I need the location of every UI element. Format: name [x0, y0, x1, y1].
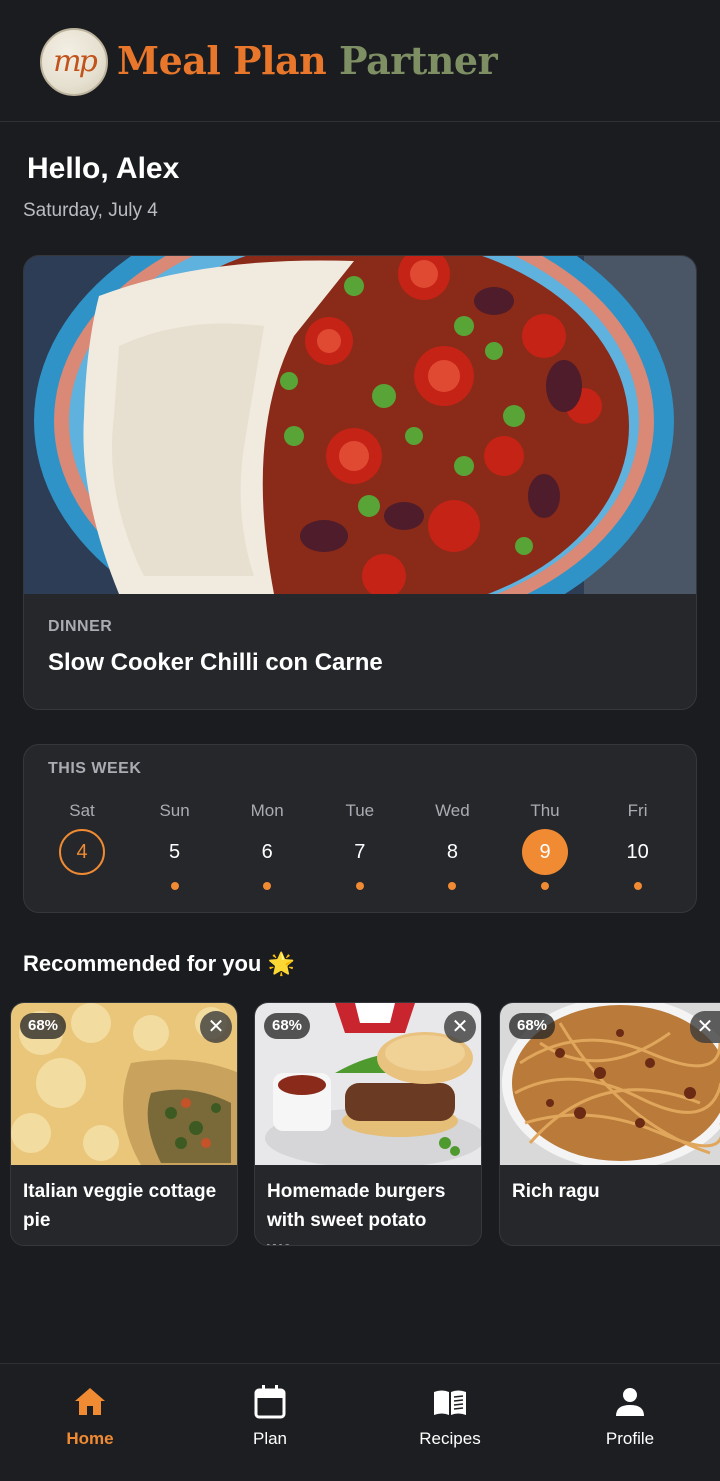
nav-profile[interactable]: Profile	[540, 1364, 720, 1481]
close-icon[interactable]: ✕	[690, 1011, 720, 1043]
nav-plan[interactable]: Plan	[180, 1364, 360, 1481]
day-number: 10	[626, 841, 649, 863]
meal-title: Slow Cooker Chilli con Carne	[48, 649, 383, 676]
match-badge: 68%	[20, 1013, 67, 1039]
nav-label: Profile	[605, 1429, 655, 1448]
day-number: 4	[59, 829, 105, 875]
week-day-thu[interactable]: Thu 9	[510, 799, 580, 899]
day-number: 5	[169, 841, 181, 863]
close-icon[interactable]: ✕	[444, 1011, 476, 1043]
meal-type-label: DINNER	[48, 618, 113, 635]
person-icon	[616, 1388, 644, 1416]
todays-meal-card[interactable]: DINNER Slow Cooker Chilli con Carne	[23, 255, 697, 710]
day-name: Tue	[345, 801, 375, 820]
week-day-fri[interactable]: Fri 10	[603, 799, 673, 899]
meal-indicator-dot	[448, 882, 457, 890]
week-overview-card: THIS WEEK Sat 4 Sun 5 Mon 6 Tue 7 Wed 8 Thu 9 Fri 10	[23, 744, 697, 913]
meal-indicator-dot	[78, 882, 86, 890]
day-name: Mon	[250, 801, 284, 820]
week-day-tue[interactable]: Tue 7	[325, 799, 395, 899]
greeting-heading: Hello, Alex	[27, 152, 180, 185]
nav-home[interactable]: Home	[0, 1364, 180, 1481]
meal-image	[24, 256, 696, 594]
meal-indicator-dot	[541, 882, 549, 890]
close-icon[interactable]: ✕	[200, 1011, 232, 1043]
meal-indicator-dot	[263, 882, 272, 890]
meal-indicator-dot	[170, 882, 179, 890]
recipe-name: Italian veggie cottage pie	[23, 1181, 217, 1231]
day-number: 6	[261, 841, 273, 863]
meal-indicator-dot	[355, 882, 364, 890]
book-icon	[434, 1390, 466, 1415]
day-number: 9	[522, 829, 568, 875]
meal-indicator-dot	[633, 882, 642, 890]
app-title: Meal Plan Partner	[117, 38, 498, 83]
day-name: Thu	[530, 801, 560, 820]
nav-label: Recipes	[419, 1429, 481, 1448]
day-number: 7	[354, 841, 366, 863]
match-badge: 68%	[264, 1013, 311, 1039]
recipe-card[interactable]: 68% ✕ Italian veggie cottage pie	[10, 1002, 238, 1246]
week-title: THIS WEEK	[48, 760, 142, 777]
current-date: Saturday, July 4	[23, 200, 158, 221]
nav-label: Plan	[252, 1429, 288, 1448]
brand-part2: Partner	[339, 38, 498, 83]
day-name: Fri	[627, 801, 648, 820]
recommended-heading: Recommended for you 🌟	[23, 951, 295, 976]
recipe-name: Homemade burgers with sweet potato we...	[267, 1181, 446, 1245]
app-logo[interactable]: mp	[40, 28, 108, 96]
day-name: Sun	[159, 801, 190, 820]
week-day-sat[interactable]: Sat 4	[47, 799, 117, 899]
recipe-name: Rich ragu	[512, 1181, 600, 1202]
nav-recipes[interactable]: Recipes	[360, 1364, 540, 1481]
brand-part1: Meal Plan	[117, 38, 327, 83]
recipe-card[interactable]: 68% ✕ Rich ragu	[499, 1002, 720, 1246]
week-day-mon[interactable]: Mon 6	[232, 799, 302, 899]
day-name: Sat	[69, 801, 95, 820]
week-day-sun[interactable]: Sun 5	[140, 799, 210, 899]
week-day-wed[interactable]: Wed 8	[417, 799, 487, 899]
recipe-card[interactable]: 68% ✕ Homemade burgers with sweet potato…	[254, 1002, 482, 1246]
day-number: 8	[446, 841, 458, 863]
day-name: Wed	[435, 801, 470, 820]
logo-mark: mp	[53, 44, 98, 79]
bottom-navigation: Home Plan Recipes Profile	[0, 1363, 720, 1481]
calendar-icon	[254, 1385, 286, 1419]
home-icon	[75, 1388, 105, 1415]
nav-label: Home	[66, 1429, 114, 1448]
match-badge: 68%	[509, 1013, 556, 1039]
app-header: mp Meal Plan Partner	[0, 0, 720, 122]
